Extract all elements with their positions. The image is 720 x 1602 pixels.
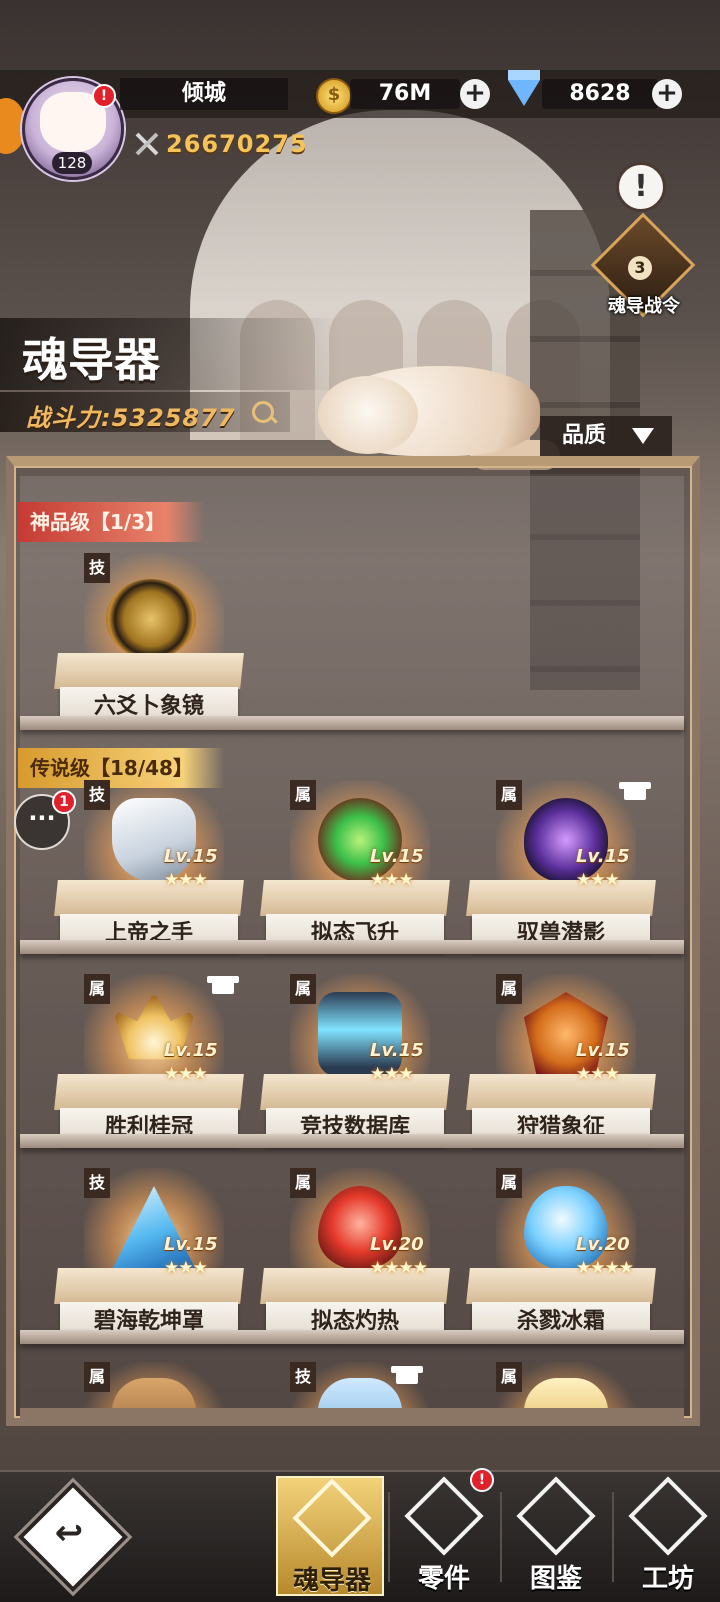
item-type-tag: 属 [290,974,316,1004]
tab-parts[interactable]: 零件 [390,1476,498,1596]
item-stars: ★★★ [576,1064,620,1084]
gold-amount: 76M [350,79,460,109]
parts-icon [404,1476,484,1556]
item-card[interactable]: 技 [262,1362,452,1410]
item-type-tag: 属 [84,974,110,1004]
item-stars: ★★★ [164,1258,208,1278]
item-card[interactable]: 属 Lv.20 ★★★★ 杀戮冰霜 [466,1168,658,1343]
page-title: 魂导器 [22,333,160,387]
item-level: Lv.15 [370,1040,424,1061]
item-type-tag: 属 [290,780,316,810]
item-stars: ★★★ [370,870,414,890]
item-stars: ★★★★ [370,1258,428,1278]
tab-workshop[interactable]: 工坊 [614,1476,720,1596]
item-pedestal [54,1268,244,1304]
item-pedestal [260,880,450,916]
player-combat-power: 26670275 [166,130,308,158]
tab-soul-devices[interactable]: 魂导器 [276,1476,384,1596]
item-card[interactable]: 属 [56,1362,246,1410]
item-stars: ★★★ [164,870,208,890]
item-type-tag: 属 [496,780,522,810]
cat-mascot-head [318,376,418,454]
chat-badge: 1 [52,790,76,814]
item-level: Lv.15 [576,846,630,867]
mirror-icon [106,579,196,659]
item-level: Lv.15 [164,1234,218,1255]
shelf [20,1330,684,1344]
item-card[interactable]: 属 Lv.15 ★★★ 胜利桂冠 [54,974,246,1149]
item-pedestal [466,1074,656,1110]
tab-label: 魂导器 [292,1566,371,1596]
item-type-tag: 属 [290,1168,316,1198]
item-stars: ★★★★ [576,1258,634,1278]
shirt-icon [619,782,651,800]
gem-amount: 8628 [542,79,658,109]
item-type-tag: 技 [84,553,110,583]
workshop-icon [628,1476,708,1556]
item-pedestal [54,880,244,916]
add-gems-button[interactable]: + [652,79,682,109]
crossed-swords-icon [135,132,159,156]
shelf [20,1134,684,1148]
shelf [20,940,684,954]
tab-label: 工坊 [641,1564,694,1594]
shirt-icon [207,976,239,994]
add-gold-button[interactable]: + [460,79,490,109]
item-card[interactable]: 属 Lv.20 ★★★★ 拟态灼热 [260,1168,452,1343]
item-type-tag: 属 [496,1362,522,1392]
item-type-tag: 技 [290,1362,316,1392]
item-level: Lv.15 [370,846,424,867]
item-card[interactable]: 属 Lv.15 ★★★ 驭兽潜影 [466,780,658,955]
tab-label: 图鉴 [529,1564,582,1594]
magnifier-icon[interactable] [252,401,274,423]
item-stars: ★★★ [164,1064,208,1084]
item-type-tag: 属 [496,974,522,1004]
item-card[interactable]: 技 六爻卜象镜 [54,553,246,728]
item-level: Lv.20 [370,1234,424,1255]
gold-coin-icon [316,78,352,114]
item-card[interactable]: 属 Lv.15 ★★★ 拟态飞升 [260,780,452,955]
item-card[interactable]: 属 [468,1362,658,1410]
item-card[interactable]: 技 Lv.15 ★★★ 上帝之手 [54,780,246,955]
battle-pass-label[interactable]: 魂导战令 [596,292,692,318]
shelf [20,716,684,730]
avatar-alert-badge: ! [92,84,116,108]
item-pedestal [466,880,656,916]
divine-section-banner: 神品级【1/3】 [18,502,204,542]
item-type-tag: 属 [84,1362,110,1392]
item-card[interactable]: 属 Lv.15 ★★★ 狩猎象征 [466,974,658,1149]
item-level: Lv.15 [164,846,218,867]
item-card[interactable]: 属 Lv.15 ★★★ 竞技数据库 [260,974,452,1149]
info-button[interactable]: ! [616,162,666,212]
back-arrow-icon: ↩ [54,1513,84,1553]
player-level-badge: 128 [52,152,92,174]
collection-power: 战斗力:5325877 [26,404,236,432]
shirt-icon [391,1366,423,1384]
item-level: Lv.15 [164,1040,218,1061]
cabinet-bottom-frame [20,1408,684,1420]
tab-label: 零件 [417,1564,470,1594]
item-pedestal [260,1074,450,1110]
item-card[interactable]: 技 Lv.15 ★★★ 碧海乾坤罩 [54,1168,246,1343]
item-type-tag: 技 [84,1168,110,1198]
item-stars: ★★★ [576,870,620,890]
player-name: 倾城 [120,78,288,110]
parts-alert-badge: ! [470,1468,494,1492]
battle-pass-level: 3 [628,256,652,280]
item-level: Lv.15 [576,1040,630,1061]
item-type-tag: 技 [84,780,110,810]
item-pedestal [54,653,244,689]
item-type-tag: 属 [496,1168,522,1198]
tab-codex[interactable]: 图鉴 [502,1476,610,1596]
chevron-down-icon [632,428,654,444]
diamond-icon [508,70,540,106]
item-stars: ★★★ [370,1064,414,1084]
soul-device-icon [292,1478,372,1558]
item-level: Lv.20 [576,1234,630,1255]
item-pedestal [54,1074,244,1110]
codex-book-icon [516,1476,596,1556]
